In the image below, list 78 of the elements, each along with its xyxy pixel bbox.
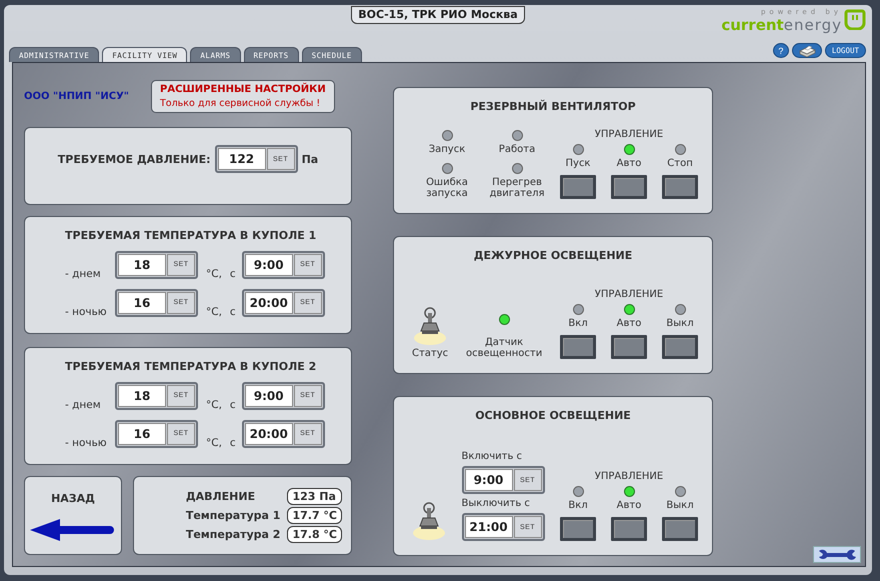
unit-label: °C, xyxy=(206,268,222,280)
mode-label: Выкл xyxy=(666,318,694,329)
card-title: РЕЗЕРВНЫЙ ВЕНТИЛЯТОР xyxy=(470,100,636,113)
mode-label: Авто xyxy=(616,158,642,169)
plug-logo-icon xyxy=(844,8,866,30)
mode-label: Стоп xyxy=(667,158,693,169)
from-label: с xyxy=(230,306,236,318)
card-title: ТРЕБУЕМАЯ ТЕМПЕРАТУРА В КУПОЛЕ 1 xyxy=(65,229,318,242)
indicator-label: Работа xyxy=(498,144,536,155)
time-field[interactable]: 9:00 xyxy=(244,254,293,276)
push-button[interactable] xyxy=(662,335,698,359)
mode-label: Вкл xyxy=(568,318,588,329)
value-field[interactable]: 18 xyxy=(118,254,166,276)
unit-label: Па xyxy=(302,152,318,166)
mode-label: Авто xyxy=(616,500,642,511)
control-title: УПРАВЛЕНИЕ xyxy=(594,471,664,482)
company-name: ООО "НПИП "ИСУ" xyxy=(24,90,129,102)
back-button[interactable]: НАЗАД xyxy=(24,476,122,555)
value-field[interactable]: 18 xyxy=(118,384,166,406)
row-label: - ночью xyxy=(65,306,108,318)
reading-label: ДАВЛЕНИЕ xyxy=(186,490,256,503)
card-title: ДЕЖУРНОЕ ОСВЕЩЕНИЕ xyxy=(474,249,632,262)
push-button[interactable] xyxy=(662,175,698,199)
help-button[interactable]: ? xyxy=(772,43,789,58)
time-field[interactable]: 20:00 xyxy=(244,292,293,314)
settings-button[interactable] xyxy=(813,546,861,563)
mode-label: Вкл xyxy=(568,500,588,511)
reading-value: 17.7 °C xyxy=(287,507,342,524)
reading-value: 17.8 °C xyxy=(287,526,342,543)
lamp-label: Статус xyxy=(412,348,448,359)
time-field[interactable]: 9:00 xyxy=(244,384,293,406)
indicator-label: Ошибка запуска xyxy=(425,177,469,199)
card-title: ОСНОВНОЕ ОСВЕЩЕНИЕ xyxy=(475,409,631,422)
unit-label: °C, xyxy=(206,399,222,411)
unit-label: °C, xyxy=(206,306,222,318)
time-field[interactable]: 9:00 xyxy=(464,469,512,491)
field-label: Выключить с xyxy=(462,498,530,509)
window-title: ВОС-15, ТРК РИО Москва xyxy=(351,6,525,24)
from-label: с xyxy=(230,399,236,411)
mode-label: Выкл xyxy=(666,500,694,511)
value-field[interactable]: 16 xyxy=(118,292,166,314)
card-title: ТРЕБУЕМАЯ ТЕМПЕРАТУРА В КУПОЛЕ 2 xyxy=(65,360,318,373)
from-label: с xyxy=(230,268,236,280)
field-label: Включить с xyxy=(462,451,522,462)
unit-label: °C, xyxy=(206,437,222,449)
push-button[interactable] xyxy=(611,335,647,359)
from-label: с xyxy=(230,437,236,449)
mode-label: Авто xyxy=(616,318,642,329)
notice-text: Только для сервисной службы ! xyxy=(160,98,322,108)
row-label: - ночью xyxy=(65,437,108,449)
row-label: - днем xyxy=(65,268,102,280)
indicator-label: Запуск xyxy=(428,144,466,155)
time-field[interactable]: 20:00 xyxy=(244,422,293,444)
wrench-icon xyxy=(817,548,857,560)
logo-brand: energy xyxy=(784,16,842,34)
row-label: - днем xyxy=(65,399,102,411)
notice-title: РАСШИРЕННЫЕ НАСТРОЙКИ xyxy=(160,84,326,94)
arrow-icon xyxy=(30,518,116,542)
field-label: ТРЕБУЕМОЕ ДАВЛЕНИЕ: xyxy=(58,152,211,166)
push-button[interactable] xyxy=(611,517,647,541)
mode-label: Пуск xyxy=(566,158,590,169)
reading-value: 123 Па xyxy=(287,488,342,505)
push-button[interactable] xyxy=(662,517,698,541)
indicator-label: Перегрев двигателя xyxy=(488,177,546,199)
push-button[interactable] xyxy=(560,175,596,199)
push-button[interactable] xyxy=(611,175,647,199)
control-title: УПРАВЛЕНИЕ xyxy=(594,129,664,140)
push-button[interactable] xyxy=(560,335,596,359)
control-title: УПРАВЛЕНИЕ xyxy=(594,289,664,300)
print-button[interactable] xyxy=(792,43,822,58)
reading-label: Температура 1 xyxy=(186,509,280,522)
logo-brand: current xyxy=(721,16,784,34)
time-field[interactable]: 21:00 xyxy=(464,516,512,538)
value-field[interactable]: 122 xyxy=(218,148,266,170)
value-field[interactable]: 16 xyxy=(118,422,166,444)
sensor-label: Датчик освещенности xyxy=(464,337,544,359)
push-button[interactable] xyxy=(560,517,596,541)
reading-label: Температура 2 xyxy=(186,528,280,541)
